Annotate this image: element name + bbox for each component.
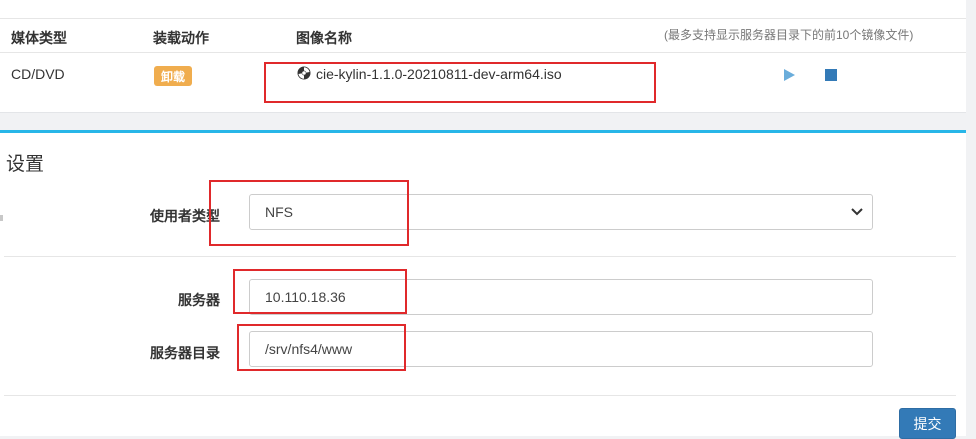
user-type-value: NFS <box>265 204 293 220</box>
table-top-rule <box>0 18 966 19</box>
server-dir-value: /srv/nfs4/www <box>265 341 353 357</box>
server-label: 服务器 <box>178 292 220 308</box>
stop-icon[interactable] <box>825 69 837 81</box>
chevron-down-icon <box>851 208 863 216</box>
form-bottom-separator <box>4 395 956 396</box>
server-dir-input[interactable]: /srv/nfs4/www <box>249 331 873 367</box>
header-separator <box>0 52 966 53</box>
header-image-name: 图像名称 <box>296 30 352 46</box>
user-type-select[interactable]: NFS <box>249 194 873 230</box>
server-dir-label: 服务器目录 <box>150 345 220 361</box>
server-value: 10.110.18.36 <box>265 289 346 305</box>
image-limit-note: (最多支持显示服务器目录下的前10个镜像文件) <box>664 28 914 42</box>
form-separator <box>4 256 956 257</box>
server-input[interactable]: 10.110.18.36 <box>249 279 873 315</box>
media-panel: 媒体类型 装载动作 图像名称 (最多支持显示服务器目录下的前10个镜像文件) C… <box>0 0 966 113</box>
header-media-type: 媒体类型 <box>11 30 67 46</box>
settings-title: 设置 <box>6 154 45 175</box>
unmount-button[interactable]: 卸载 <box>154 66 192 86</box>
image-filename[interactable]: cie-kylin-1.1.0-20210811-dev-arm64.iso <box>316 66 562 82</box>
play-icon[interactable] <box>784 69 795 81</box>
disc-icon <box>297 66 311 80</box>
submit-button[interactable]: 提交 <box>899 408 956 439</box>
header-mount-action: 装载动作 <box>153 30 209 46</box>
edge-marker <box>0 215 3 221</box>
user-type-label: 使用者类型 <box>150 208 220 224</box>
media-type-cell: CD/DVD <box>11 66 65 82</box>
settings-panel: 设置 使用者类型 NFS 服务器 10.110.18.36 服务器目录 /srv… <box>0 130 966 439</box>
